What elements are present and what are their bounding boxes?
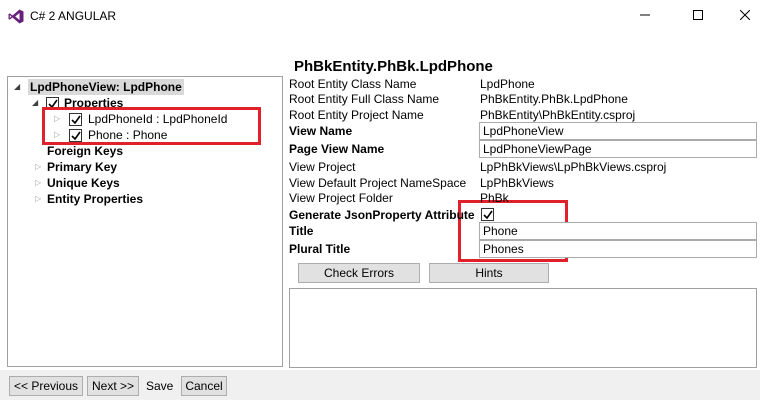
generate-json-property-checkbox[interactable] [481,208,494,221]
minimize-icon [640,9,650,23]
plural-title-input[interactable]: Phones [479,240,757,258]
check-errors-button[interactable]: Check Errors [298,263,420,283]
next-button[interactable]: Next >> [87,376,139,396]
expanded-arrow-icon[interactable]: ◢ [32,95,38,111]
plural-title-label: Plural Title [289,242,351,256]
view-project-folder-value: PhBk [480,191,509,205]
title-label: Title [289,224,314,238]
previous-button[interactable]: << Previous [9,376,83,396]
hints-button[interactable]: Hints [429,263,549,283]
tree-node-label: Foreign Keys [47,144,124,158]
root-entity-full-class-name-value: PhBkEntity.PhBk.LpdPhone [480,92,628,106]
maximize-button[interactable] [675,0,721,32]
root-entity-class-name-label: Root Entity Class Name [289,77,417,91]
root-entity-class-name-value: LpdPhone [480,77,535,91]
window-title: C# 2 ANGULAR [30,9,117,23]
view-default-project-namespace-value: LpPhBkViews [480,176,554,190]
highlight-box-tree-items [42,107,261,145]
root-entity-project-name-value: PhBkEntity\PhBkEntity.csproj [480,108,636,122]
view-project-label: View Project [289,160,356,174]
view-project-folder-label: View Project Folder [289,191,393,205]
view-name-input[interactable]: LpdPhoneView [479,122,757,140]
tree-node-label: Entity Properties [47,192,144,206]
root-entity-project-name-label: Root Entity Project Name [289,108,424,122]
view-default-project-namespace-label: View Default Project NameSpace [289,176,467,190]
tree-node-label: Unique Keys [47,176,120,190]
close-icon [739,9,751,23]
entity-header: PhBkEntity.PhBk.LpdPhone [294,58,493,75]
save-button[interactable]: Save [146,378,173,394]
collapsed-arrow-icon[interactable]: ▷ [35,175,41,191]
page-view-name-input[interactable]: LpdPhoneViewPage [479,140,757,158]
collapsed-arrow-icon[interactable]: ▷ [35,159,41,175]
view-name-label: View Name [289,124,353,138]
bottom-bar: << Previous Next >> Save Cancel [0,370,760,400]
root-entity-full-class-name-label: Root Entity Full Class Name [289,92,440,106]
minimize-button[interactable] [622,0,668,32]
title-input[interactable]: Phone [479,222,757,240]
visual-studio-icon [8,9,24,24]
cancel-button[interactable]: Cancel [181,376,227,396]
expanded-arrow-icon[interactable]: ◢ [14,79,20,95]
maximize-icon [693,9,703,23]
view-project-value: LpPhBkViews\LpPhBkViews.csproj [480,160,667,174]
tree-node-foreign-keys[interactable]: Foreign Keys [47,143,123,159]
tree-root-label: LpdPhoneView: LpdPhone [28,79,184,95]
title-bar: C# 2 ANGULAR [0,0,760,32]
generate-json-property-label: Generate JsonProperty Attribute [289,208,475,222]
close-button[interactable] [722,0,760,32]
collapsed-arrow-icon[interactable]: ▷ [35,191,41,207]
output-text-area[interactable] [289,288,757,368]
tree-node-label: Primary Key [47,160,118,174]
page-view-name-label: Page View Name [289,142,385,156]
